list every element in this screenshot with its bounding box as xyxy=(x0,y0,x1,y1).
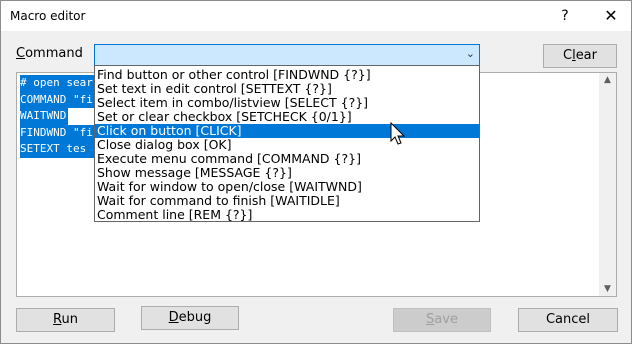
dropdown-item[interactable]: Close dialog box [OK] xyxy=(95,138,479,152)
dropdown-item[interactable]: Wait for window to open/close [WAITWND] xyxy=(95,180,479,194)
code-line: # open sear xyxy=(20,75,94,92)
code-line: FINDWND "fi xyxy=(20,124,94,141)
command-label: Command xyxy=(16,46,83,61)
dropdown-item[interactable]: Find button or other control [FINDWND {?… xyxy=(95,68,479,82)
clear-button[interactable]: Clear xyxy=(543,44,617,68)
window-title: Macro editor xyxy=(10,9,86,23)
macro-editor-window: Macro editor ? ✕ Command ⌄ Clear # open … xyxy=(0,0,632,344)
debug-button[interactable]: Debug xyxy=(141,306,239,330)
dropdown-item[interactable]: Set or clear checkbox [SETCHECK {0/1}] xyxy=(95,110,479,124)
dropdown-item[interactable]: Comment line [REM {?}] xyxy=(95,208,479,222)
dropdown-item[interactable]: Execute menu command [COMMAND {?}] xyxy=(95,152,479,166)
close-icon[interactable]: ✕ xyxy=(591,1,631,31)
dropdown-item[interactable]: Select item in combo/listview [SELECT {?… xyxy=(95,96,479,110)
cancel-button[interactable]: Cancel xyxy=(518,308,618,332)
scroll-up-icon[interactable]: ▲ xyxy=(599,75,616,85)
vertical-scrollbar[interactable]: ▲ ▼ xyxy=(599,73,616,296)
run-button[interactable]: Run xyxy=(16,308,115,332)
help-icon[interactable]: ? xyxy=(547,1,583,31)
mouse-pointer-icon xyxy=(390,122,406,145)
dropdown-item-selected[interactable]: Click on button [CLICK] xyxy=(95,124,479,138)
command-dropdown-list[interactable]: Find button or other control [FINDWND {?… xyxy=(94,65,480,222)
code-line: SETEXT tes xyxy=(20,141,94,158)
save-button[interactable]: Save xyxy=(393,308,491,332)
dropdown-item[interactable]: Show message [MESSAGE {?}] xyxy=(95,166,479,180)
code-lines: # open sear COMMAND "fi WAITWND FINDWND … xyxy=(20,75,94,158)
command-combobox[interactable]: ⌄ xyxy=(94,44,480,66)
code-line: WAITWND xyxy=(20,108,68,125)
scroll-down-icon[interactable]: ▼ xyxy=(599,284,616,294)
title-bar: Macro editor ? ✕ xyxy=(1,1,631,31)
code-line: COMMAND "fi xyxy=(20,91,94,108)
chevron-down-icon[interactable]: ⌄ xyxy=(466,47,475,60)
dropdown-item[interactable]: Wait for command to finish [WAITIDLE] xyxy=(95,194,479,208)
dropdown-item[interactable]: Set text in edit control [SETTEXT {?}] xyxy=(95,82,479,96)
